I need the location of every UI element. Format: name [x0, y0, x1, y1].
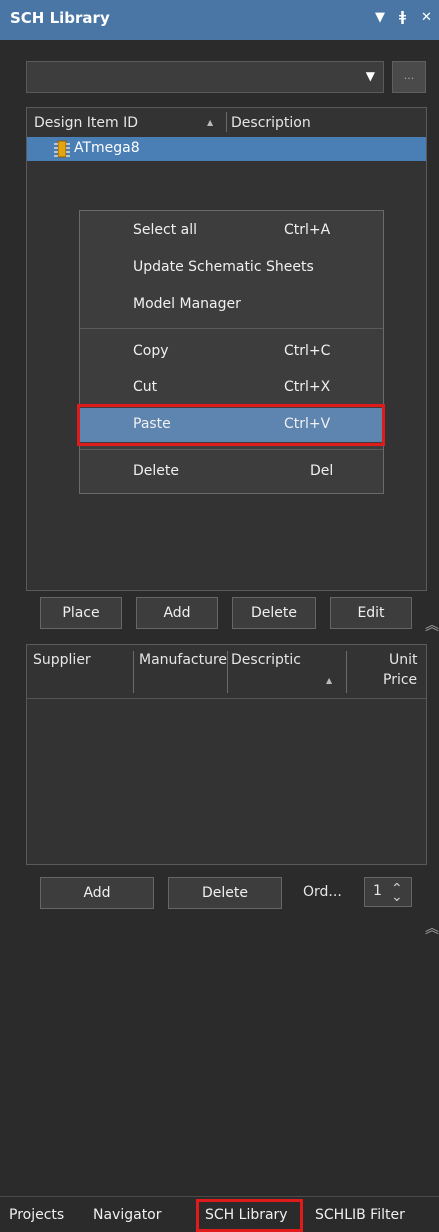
column-unit-price-line2[interactable]: Price: [383, 672, 417, 688]
spinner-down-icon[interactable]: ⌄: [391, 889, 403, 905]
column-supplier[interactable]: Supplier: [33, 652, 91, 668]
tab-projects[interactable]: Projects: [9, 1207, 64, 1223]
add-button[interactable]: Add: [136, 597, 218, 629]
menu-item-update-schematic-sheets[interactable]: Update Schematic Sheets: [80, 251, 383, 285]
pin-icon[interactable]: ǂ: [399, 10, 406, 25]
context-menu: Select all Ctrl+A Update Schematic Sheet…: [79, 210, 384, 494]
order-label: Ord...: [303, 884, 342, 900]
item-id: ATmega8: [74, 140, 140, 156]
list-item[interactable]: ATmega8: [27, 137, 426, 161]
menu-item-model-manager[interactable]: Model Manager: [80, 288, 383, 322]
supplier-add-button[interactable]: Add: [40, 877, 154, 909]
panel-titlebar: SCH Library ▼ ǂ ✕: [0, 0, 439, 40]
component-chip-icon: [54, 140, 70, 158]
tab-navigator[interactable]: Navigator: [93, 1207, 162, 1223]
panel-title: SCH Library: [10, 9, 110, 27]
supplier-header: Supplier Manufacture Descriptic ▲ Unit P…: [27, 645, 426, 699]
tab-schlib-filter[interactable]: SCHLIB Filter: [315, 1207, 405, 1223]
column-unit-price-line1[interactable]: Unit: [389, 652, 418, 668]
sort-ascending-icon: ▲: [207, 118, 214, 127]
menu-item-select-all[interactable]: Select all Ctrl+A: [80, 214, 383, 248]
menu-item-shortcut: Ctrl+A: [284, 222, 331, 238]
column-divider[interactable]: [346, 651, 347, 693]
delete-button[interactable]: Delete: [232, 597, 316, 629]
supplier-delete-button[interactable]: Delete: [168, 877, 282, 909]
menu-item-label: Model Manager: [133, 296, 241, 312]
library-select[interactable]: ▼: [26, 61, 384, 93]
close-icon[interactable]: ✕: [421, 10, 432, 25]
edit-button[interactable]: Edit: [330, 597, 412, 629]
menu-separator: [80, 328, 383, 329]
menu-item-shortcut: Del: [310, 463, 334, 479]
column-divider[interactable]: [227, 651, 228, 693]
chevron-down-icon: ▼: [365, 69, 375, 83]
menu-item-shortcut: Ctrl+C: [284, 343, 331, 359]
menu-item-label: Delete: [133, 463, 179, 479]
menu-separator: [80, 449, 383, 450]
supplier-list[interactable]: Supplier Manufacture Descriptic ▲ Unit P…: [26, 644, 427, 865]
menu-item-label: Copy: [133, 343, 169, 359]
menu-item-cut[interactable]: Cut Ctrl+X: [80, 371, 383, 405]
column-divider[interactable]: [133, 651, 134, 693]
column-description[interactable]: Description: [231, 115, 311, 131]
list-header: Design Item ID ▲ Description: [27, 108, 426, 136]
browse-button[interactable]: ...: [392, 61, 426, 93]
collapse-up-icon[interactable]: ︽: [425, 918, 439, 938]
menu-item-label: Update Schematic Sheets: [133, 259, 314, 275]
sort-ascending-icon: ▲: [326, 676, 333, 685]
column-description[interactable]: Descriptic: [231, 652, 313, 668]
column-manufacturer[interactable]: Manufacture: [139, 652, 227, 668]
order-quantity-value: 1: [373, 883, 382, 899]
place-button[interactable]: Place: [40, 597, 122, 629]
menu-item-copy[interactable]: Copy Ctrl+C: [80, 335, 383, 369]
menu-item-label: Cut: [133, 379, 158, 395]
tab-highlight-box: [196, 1199, 303, 1232]
column-design-item-id[interactable]: Design Item ID: [34, 115, 138, 131]
order-quantity-stepper[interactable]: 1 ⌃ ⌄: [364, 877, 412, 907]
menu-item-shortcut: Ctrl+X: [284, 379, 331, 395]
collapse-up-icon[interactable]: ︽: [425, 615, 439, 635]
column-divider[interactable]: [226, 112, 227, 132]
dropdown-arrow-icon[interactable]: ▼: [375, 10, 385, 25]
menu-item-label: Select all: [133, 222, 197, 238]
menu-item-delete[interactable]: Delete Del: [80, 455, 383, 489]
paste-highlight-box: [77, 404, 385, 446]
